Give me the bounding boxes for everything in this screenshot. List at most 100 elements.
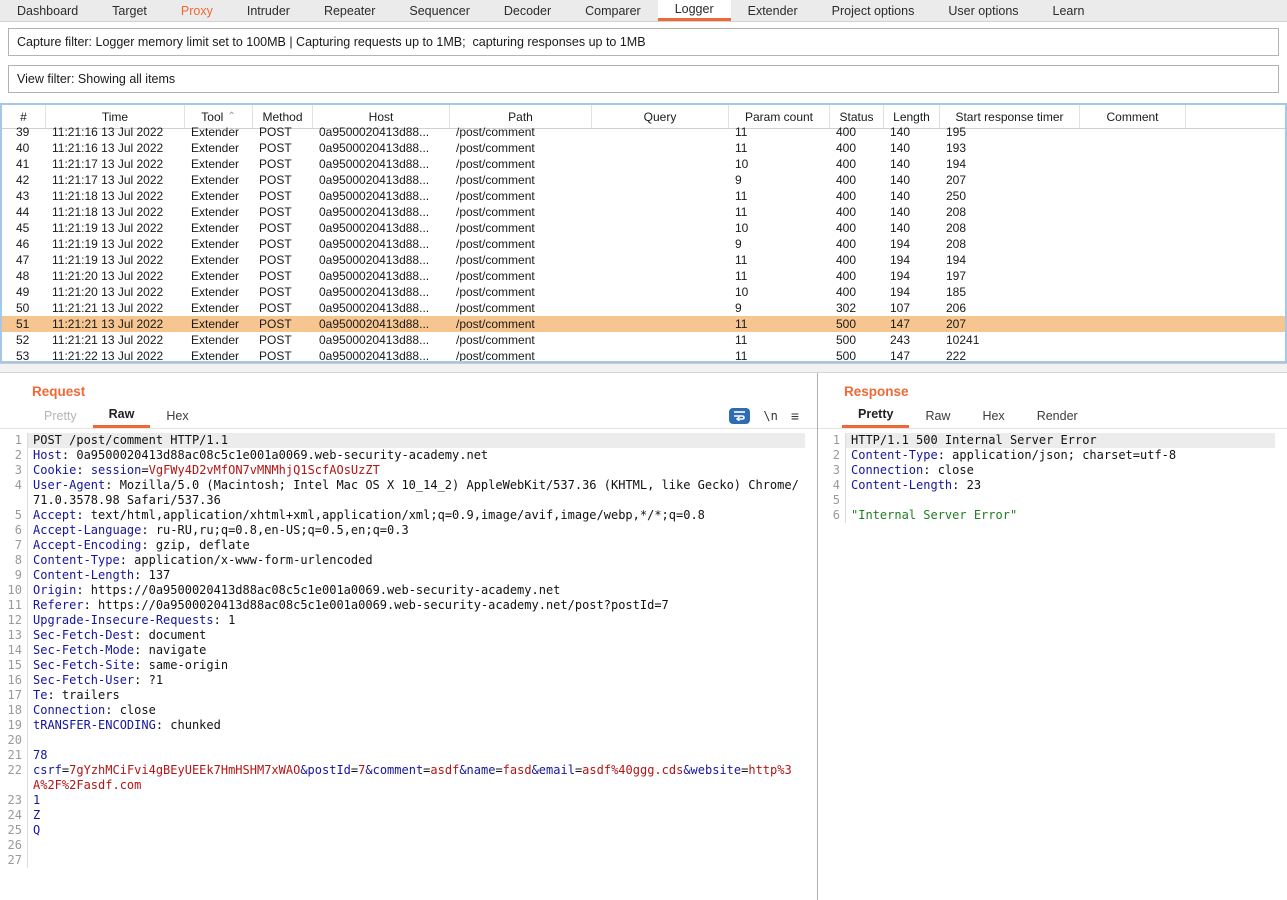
main-tab-dashboard[interactable]: Dashboard bbox=[0, 0, 95, 21]
response-editor[interactable]: 1HTTP/1.1 500 Internal Server Error2Cont… bbox=[818, 429, 1275, 900]
syntax-segment: session bbox=[91, 463, 142, 477]
table-row[interactable]: 4511:21:19 13 Jul 2022ExtenderPOST0a9500… bbox=[2, 220, 1285, 236]
editor-line: 15Sec-Fetch-Site: same-origin bbox=[0, 658, 805, 673]
table-row[interactable]: 4311:21:18 13 Jul 2022ExtenderPOST0a9500… bbox=[2, 188, 1285, 204]
cell-host: 0a9500020413d88... bbox=[313, 141, 450, 155]
line-content: Accept-Encoding: gzip, deflate bbox=[28, 538, 805, 553]
main-tab-comparer[interactable]: Comparer bbox=[568, 0, 658, 21]
syntax-segment: 78 bbox=[33, 748, 47, 762]
syntax-segment: Host bbox=[33, 448, 62, 462]
horizontal-splitter[interactable] bbox=[0, 363, 1287, 373]
editor-line: 24Z bbox=[0, 808, 805, 823]
syntax-segment: tRANSFER-ENCODING bbox=[33, 718, 156, 732]
response-tab-bar: PrettyRawHexRender bbox=[818, 403, 1287, 429]
table-row[interactable]: 5011:21:21 13 Jul 2022ExtenderPOST0a9500… bbox=[2, 300, 1285, 316]
syntax-segment: 1 bbox=[33, 793, 40, 807]
line-number: 1 bbox=[0, 433, 28, 448]
request-tab-hex[interactable]: Hex bbox=[150, 403, 204, 428]
line-content: csrf=7gYzhMCiFvi4gBEyUEEk7HmHSHM7xWAO&po… bbox=[28, 763, 805, 793]
syntax-segment: : bbox=[76, 463, 90, 477]
cell-status: 400 bbox=[830, 173, 884, 187]
editor-line: 4Content-Length: 23 bbox=[818, 478, 1275, 493]
table-row[interactable]: 4211:21:17 13 Jul 2022ExtenderPOST0a9500… bbox=[2, 172, 1285, 188]
syntax-segment: Content-Length bbox=[33, 568, 134, 582]
cell-method: POST bbox=[253, 205, 313, 219]
table-row[interactable]: 5111:21:21 13 Jul 2022ExtenderPOST0a9500… bbox=[2, 316, 1285, 332]
main-tab-intruder[interactable]: Intruder bbox=[230, 0, 307, 21]
line-number: 2 bbox=[818, 448, 846, 463]
syntax-segment: HTTP/1.1 500 Internal Server Error bbox=[851, 433, 1097, 447]
request-tab-pretty[interactable]: Pretty bbox=[28, 403, 93, 428]
syntax-segment: &name bbox=[459, 763, 495, 777]
newline-visibility-icon[interactable]: \n bbox=[763, 409, 777, 423]
cell-start_response_timer: 194 bbox=[940, 157, 1080, 171]
cell-start_response_timer: 195 bbox=[940, 125, 1080, 139]
line-number: 13 bbox=[0, 628, 28, 643]
cell-start_response_timer: 207 bbox=[940, 173, 1080, 187]
table-row[interactable]: 3911:21:16 13 Jul 2022ExtenderPOST0a9500… bbox=[2, 124, 1285, 140]
line-content: Referer: https://0a9500020413d88ac08c5c1… bbox=[28, 598, 805, 613]
main-tab-decoder[interactable]: Decoder bbox=[487, 0, 568, 21]
cell-start_response_timer: 206 bbox=[940, 301, 1080, 315]
view-filter-bar[interactable]: View filter: Showing all items bbox=[8, 65, 1279, 93]
editor-line: 231 bbox=[0, 793, 805, 808]
syntax-segment: "Internal Server Error" bbox=[851, 508, 1017, 522]
column-header-label: Status bbox=[839, 110, 873, 124]
table-row[interactable]: 4811:21:20 13 Jul 2022ExtenderPOST0a9500… bbox=[2, 268, 1285, 284]
word-wrap-icon[interactable] bbox=[729, 408, 750, 424]
cell-host: 0a9500020413d88... bbox=[313, 269, 450, 283]
table-row[interactable]: 4411:21:18 13 Jul 2022ExtenderPOST0a9500… bbox=[2, 204, 1285, 220]
syntax-segment: Origin bbox=[33, 583, 76, 597]
cell-status: 400 bbox=[830, 189, 884, 203]
table-row[interactable]: 4711:21:19 13 Jul 2022ExtenderPOST0a9500… bbox=[2, 252, 1285, 268]
cell-start_response_timer: 194 bbox=[940, 253, 1080, 267]
response-tab-pretty[interactable]: Pretty bbox=[842, 403, 909, 428]
cell-param_count: 11 bbox=[729, 205, 830, 219]
response-tab-raw[interactable]: Raw bbox=[909, 403, 966, 428]
cell-tool: Extender bbox=[185, 173, 253, 187]
request-tab-raw[interactable]: Raw bbox=[93, 403, 151, 428]
table-row[interactable]: 4011:21:16 13 Jul 2022ExtenderPOST0a9500… bbox=[2, 140, 1285, 156]
syntax-segment: = bbox=[141, 463, 148, 477]
syntax-segment: : 0a9500020413d88ac08c5c1e001a0069.web-s… bbox=[62, 448, 488, 462]
cell-status: 400 bbox=[830, 157, 884, 171]
main-tab-logger[interactable]: Logger bbox=[658, 0, 731, 21]
line-content: Host: 0a9500020413d88ac08c5c1e001a0069.w… bbox=[28, 448, 805, 463]
syntax-segment: asdf bbox=[430, 763, 459, 777]
table-row[interactable]: 5211:21:21 13 Jul 2022ExtenderPOST0a9500… bbox=[2, 332, 1285, 348]
cell-tool: Extender bbox=[185, 269, 253, 283]
table-row[interactable]: 5311:21:22 13 Jul 2022ExtenderPOST0a9500… bbox=[2, 348, 1285, 361]
capture-filter-bar[interactable]: Capture filter: Logger memory limit set … bbox=[8, 28, 1279, 56]
cell-time: 11:21:17 13 Jul 2022 bbox=[46, 157, 185, 171]
main-tab-repeater[interactable]: Repeater bbox=[307, 0, 392, 21]
line-content: Accept-Language: ru-RU,ru;q=0.8,en-US;q=… bbox=[28, 523, 805, 538]
main-tab-user-options[interactable]: User options bbox=[931, 0, 1035, 21]
syntax-segment: Content-Type bbox=[851, 448, 938, 462]
main-tab-project-options[interactable]: Project options bbox=[815, 0, 932, 21]
main-tab-extender[interactable]: Extender bbox=[731, 0, 815, 21]
response-tab-render[interactable]: Render bbox=[1021, 403, 1094, 428]
response-tab-hex[interactable]: Hex bbox=[966, 403, 1020, 428]
cell-time: 11:21:17 13 Jul 2022 bbox=[46, 173, 185, 187]
cell-param_count: 11 bbox=[729, 141, 830, 155]
main-tab-learn[interactable]: Learn bbox=[1036, 0, 1102, 21]
line-content: Sec-Fetch-Mode: navigate bbox=[28, 643, 805, 658]
column-header-label: Method bbox=[262, 110, 302, 124]
cell-path: /post/comment bbox=[450, 221, 592, 235]
table-row[interactable]: 4111:21:17 13 Jul 2022ExtenderPOST0a9500… bbox=[2, 156, 1285, 172]
table-row[interactable]: 4611:21:19 13 Jul 2022ExtenderPOST0a9500… bbox=[2, 236, 1285, 252]
request-tab-bar: PrettyRawHex \n ≡ bbox=[0, 403, 817, 429]
main-tab-target[interactable]: Target bbox=[95, 0, 164, 21]
cell-time: 11:21:21 13 Jul 2022 bbox=[46, 317, 185, 331]
line-number: 8 bbox=[0, 553, 28, 568]
main-tab-proxy[interactable]: Proxy bbox=[164, 0, 230, 21]
editor-line: 27 bbox=[0, 853, 805, 868]
table-row[interactable]: 4911:21:20 13 Jul 2022ExtenderPOST0a9500… bbox=[2, 284, 1285, 300]
editor-menu-icon[interactable]: ≡ bbox=[791, 409, 799, 423]
cell-status: 400 bbox=[830, 285, 884, 299]
logger-table[interactable]: #TimeTool⌃MethodHostPathQueryParam count… bbox=[0, 103, 1287, 363]
line-content: Z bbox=[28, 808, 805, 823]
line-number: 2 bbox=[0, 448, 28, 463]
main-tab-sequencer[interactable]: Sequencer bbox=[392, 0, 486, 21]
request-editor[interactable]: 1POST /post/comment HTTP/1.12Host: 0a950… bbox=[0, 429, 805, 900]
